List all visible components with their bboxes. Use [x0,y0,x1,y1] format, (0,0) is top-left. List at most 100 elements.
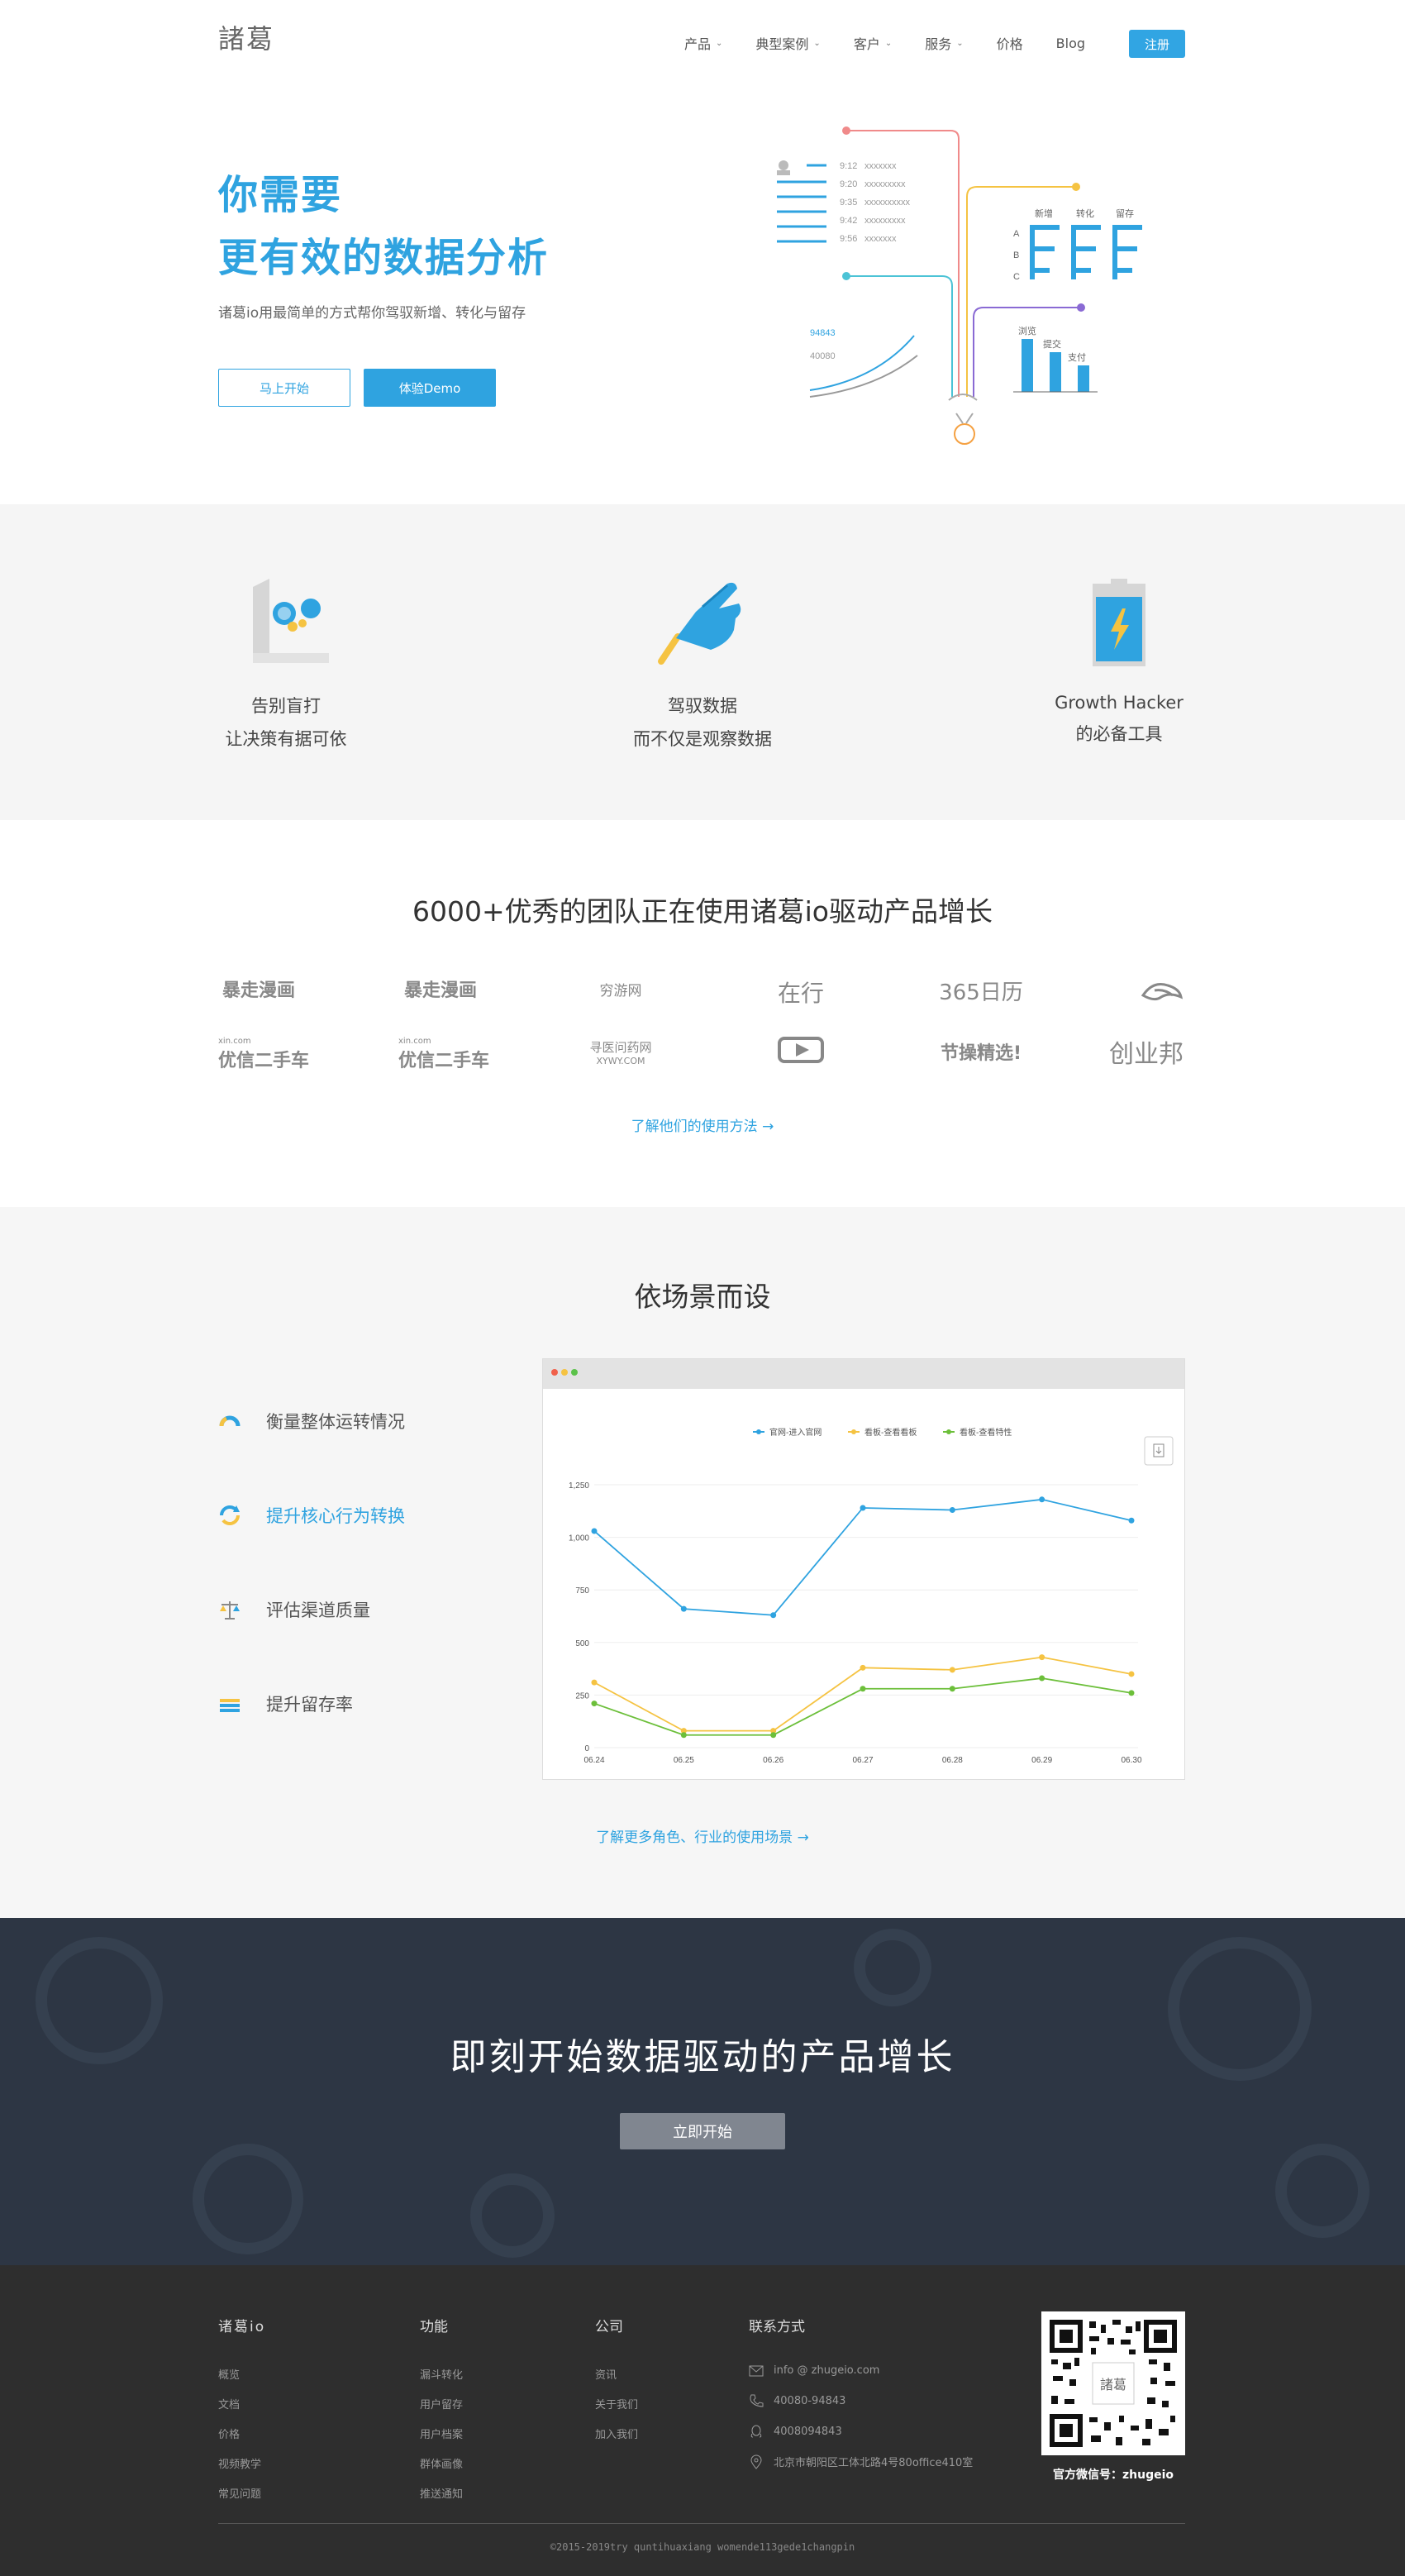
start-button[interactable]: 马上开始 [218,369,350,407]
data-point [591,1528,598,1534]
client-logo-zaihang: 在行 [777,980,824,1007]
video-logo-icon [778,1037,824,1063]
client-logo-xywy: 寻医问药网 XYWY.COM [589,1040,652,1066]
x-tick-label: 06.26 [763,1756,783,1765]
client-logo-cyzone: 创业邦 [1109,1040,1184,1069]
hero-illustration: 9:12 xxxxxxx 9:20 xxxxxxxxx 9:35 xxxxxxxxxx… [777,126,1142,445]
data-point [1128,1517,1135,1524]
footer-contact-email[interactable]: info @ zhugeio.com [749,2364,879,2377]
pointing-hand-icon [658,582,741,665]
clients-usage-link[interactable]: 了解他们的使用方法 → [0,1114,1405,1135]
x-tick-label: 06.29 [1031,1756,1052,1765]
data-point [1039,1496,1045,1503]
data-point [949,1686,955,1692]
data-point [591,1701,598,1707]
x-tick-label: 06.28 [942,1756,963,1765]
y-tick-label: 250 [575,1691,589,1701]
client-logo-yx-1: xin.com 优信二手车 [218,1037,310,1071]
data-point [680,1732,687,1739]
footer-link-retention[interactable]: 用户留存 [420,2396,463,2411]
gauge-icon [219,1415,241,1427]
footer-link-funnel[interactable]: 漏斗转化 [420,2366,463,2382]
nav-item-customers[interactable]: 客户 ⌄ [854,33,892,53]
hero-time-4: 9:42 [840,216,857,226]
data-point [949,1507,955,1514]
data-point [1039,1675,1045,1682]
scene-item-channel[interactable]: 评估渠道质量 [218,1597,370,1622]
bird-logo-icon [1141,983,1184,1001]
footer-contact-phone[interactable]: 40080-94843 [749,2394,845,2407]
svg-text:C: C [1013,272,1020,282]
nav-item-cases[interactable]: 典型案例 ⌄ [755,33,820,53]
nav-item-service[interactable]: 服务 ⌄ [925,33,963,53]
footer-link-about[interactable]: 关于我们 [595,2396,638,2411]
hero-time-5: 9:56 [840,234,857,244]
bulb-icon [954,423,975,445]
hero-time-3: 9:35 [840,198,857,208]
footer-contact-qq[interactable]: 4008094843 [749,2424,842,2439]
footer-link-join[interactable]: 加入我们 [595,2426,638,2441]
svg-text:94843: 94843 [810,328,836,338]
phone-icon [750,2394,764,2407]
scene-item-retention[interactable]: 提升留存率 [218,1691,353,1716]
retention-grid-icon [220,1699,240,1712]
footer-link-push[interactable]: 推送通知 [420,2485,463,2501]
y-tick-label: 500 [575,1639,589,1648]
x-tick-label: 06.27 [852,1756,873,1765]
y-tick-label: 0 [584,1744,589,1753]
logo[interactable]: 諸葛 [218,18,274,56]
footer-col-title-company: 公司 [595,2319,623,2335]
register-button[interactable]: 注册 [1129,30,1185,58]
data-point [680,1605,687,1612]
footer-link-docs[interactable]: 文档 [218,2396,240,2411]
series-line-0 [593,1498,1132,1616]
cta-background-pattern [36,1929,1369,2258]
scene-section: 依场景而设 衡量整体运转情况 提升核心行为转换 评估渠道质量 提升留存率 0 25… [0,1207,1405,1918]
legend-label: 看板-查看特性 [960,1427,1012,1438]
client-logo-365: 365日历 [939,980,1023,1005]
footer-link-persona[interactable]: 群体画像 [420,2455,463,2471]
footer-link-overview[interactable]: 概览 [218,2366,240,2382]
footer-link-news[interactable]: 资讯 [595,2366,617,2382]
x-tick-label: 06.24 [583,1756,604,1765]
client-logo-yunniao [1099,976,1223,1013]
svg-text:提交: 提交 [1043,338,1061,350]
clients-title: 6000+优秀的团队正在使用诸葛io驱动产品增长 [412,895,993,928]
legend-label: 看板-查看看板 [864,1427,917,1438]
scene-more-link[interactable]: 了解更多角色、行业的使用场景 → [0,1825,1405,1846]
line-chart: 0 250 500 750 1,000 1,250 06.24 06.25 06.26 06.27… [569,1427,1174,1765]
data-point [860,1664,866,1671]
scene-item-overview[interactable]: 衡量整体运转情况 [218,1409,405,1433]
header: 諸葛 产品 ⌄ 典型案例 ⌄ 客户 ⌄ 服务 ⌄ 价格 Blog 注册 [0,0,1405,83]
footer-link-profile[interactable]: 用户档案 [420,2426,463,2441]
svg-text:xxxxxxxxx: xxxxxxxxx [864,179,906,189]
hero-time-2: 9:20 [840,179,857,189]
nav-item-blog[interactable]: Blog [1056,33,1085,53]
footer-link-faq[interactable]: 常见问题 [218,2485,261,2501]
main-nav: 产品 ⌄ 典型案例 ⌄ 客户 ⌄ 服务 ⌄ 价格 Blog [684,33,1118,53]
chevron-down-icon: ⌄ [813,38,821,48]
cta-start-button[interactable]: 立即开始 [620,2113,785,2149]
footer-col-title-contact: 联系方式 [749,2319,805,2335]
svg-text:A: A [1013,229,1020,239]
features-section: 告别盲打 让决策有据可依 驾驭数据 而不仅是观察数据 Growth Hacker… [0,504,1405,820]
nav-item-price[interactable]: 价格 [997,33,1023,53]
chart-board-icon [253,579,329,663]
footer-contact-address: 北京市朝阳区工体北路4号80office410室 [749,2454,973,2469]
scene-item-conversion[interactable]: 提升核心行为转换 [218,1503,405,1528]
client-logo-video [739,1035,863,1070]
footer-link-price[interactable]: 价格 [218,2426,240,2441]
window-max-dot [571,1369,578,1376]
copyright: ©2015-2019try quntihuaxiang womende113ge… [550,2541,855,2553]
client-logo-qyer: 穷游网 [599,983,642,999]
svg-text:xxxxxxx: xxxxxxx [864,234,897,244]
y-tick-label: 750 [575,1586,589,1596]
data-point [591,1679,598,1686]
demo-button[interactable]: 体验Demo [364,369,496,407]
page: 諸葛 产品 ⌄ 典型案例 ⌄ 客户 ⌄ 服务 ⌄ 价格 Blog 注册 你需要 更有效的… [0,0,1405,2576]
nav-item-product[interactable]: 产品 ⌄ [684,33,722,53]
chevron-down-icon: ⌄ [956,38,964,48]
footer-link-video[interactable]: 视频教学 [218,2455,261,2471]
client-logo-baozou-1: 暴走漫画 [221,980,295,1001]
client-logo-baozou-2: 暴走漫画 [403,980,477,1001]
